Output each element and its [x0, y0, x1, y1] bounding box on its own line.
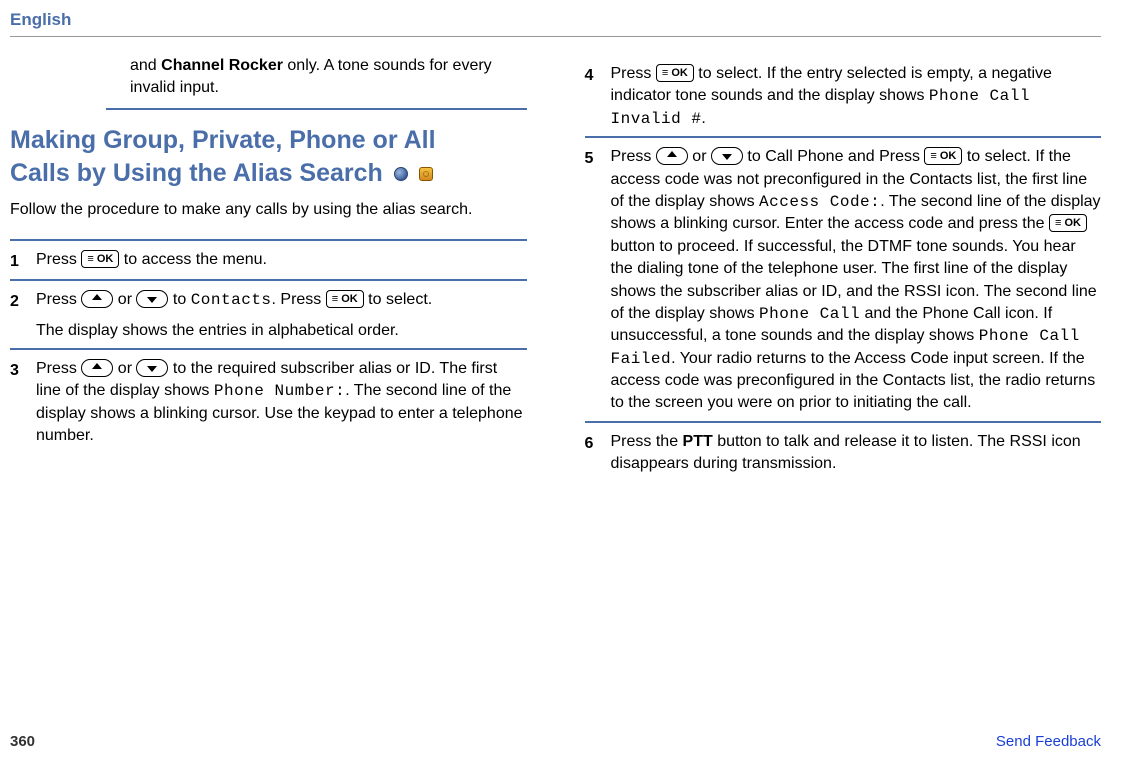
step-1: 1 Press to access the menu. — [10, 239, 527, 279]
ok-button-icon — [326, 290, 364, 308]
step-note: The display shows the entries in alphabe… — [36, 320, 527, 342]
text: Press the — [611, 433, 683, 450]
step-4: 4 Press to select. If the entry selected… — [585, 55, 1102, 136]
down-button-icon — [136, 359, 168, 377]
step-5: 5 Press or to Call Phone and Press to se… — [585, 136, 1102, 421]
step-text: Press or to Contacts. Press to select. — [36, 289, 527, 311]
text: Press — [611, 65, 656, 82]
section-intro: Follow the procedure to make any calls b… — [10, 199, 527, 221]
down-button-icon — [711, 147, 743, 165]
text: or — [113, 291, 136, 308]
text: Press — [611, 148, 656, 165]
text: Press — [36, 251, 81, 268]
text: Press — [36, 291, 81, 308]
step-6: 6 Press the PTT button to talk and relea… — [585, 421, 1102, 482]
page-footer: 360 Send Feedback — [10, 733, 1101, 750]
ok-button-icon — [1049, 214, 1087, 232]
step-divider — [106, 108, 527, 110]
display-text-phone-call: Phone Call — [759, 305, 860, 323]
globe-icon — [394, 167, 408, 181]
text: to — [168, 291, 190, 308]
section-heading: Making Group, Private, Phone or All Call… — [10, 124, 527, 189]
step-number: 1 — [10, 249, 36, 273]
text: or — [688, 148, 711, 165]
step-number: 2 — [10, 289, 36, 342]
send-feedback-link[interactable]: Send Feedback — [996, 733, 1101, 750]
text: to Call Phone and Press — [743, 148, 924, 165]
display-text-access-code: Access Code: — [759, 193, 880, 211]
display-text-contacts: Contacts — [191, 291, 272, 309]
text: . — [701, 110, 705, 127]
channel-rocker-label: Channel Rocker — [161, 57, 283, 74]
text: or — [113, 360, 136, 377]
ptt-label: PTT — [683, 433, 713, 450]
step-text: Press or to the required subscriber alia… — [36, 358, 527, 448]
page-number: 360 — [10, 733, 35, 750]
step-2: 2 Press or to Contacts. Press to select.… — [10, 279, 527, 348]
display-text-phone-number: Phone Number: — [214, 382, 345, 400]
down-button-icon — [136, 290, 168, 308]
text: and — [130, 57, 161, 74]
up-button-icon — [81, 290, 113, 308]
step-number: 3 — [10, 358, 36, 448]
page-header-language: English — [10, 10, 1101, 37]
heading-line-1: Making Group, Private, Phone or All — [10, 126, 436, 154]
ok-button-icon — [924, 147, 962, 165]
step-number: 5 — [585, 146, 611, 415]
text: to select. — [364, 291, 432, 308]
step-number: 4 — [585, 63, 611, 130]
step-number: 6 — [585, 431, 611, 476]
ok-button-icon — [656, 64, 694, 82]
heading-line-2: Calls by Using the Alias Search — [10, 159, 383, 187]
up-button-icon — [81, 359, 113, 377]
text: to access the menu. — [119, 251, 267, 268]
step-text: Press the PTT button to talk and release… — [611, 431, 1102, 476]
step-text: Press to access the menu. — [36, 249, 527, 271]
ok-button-icon — [81, 250, 119, 268]
text: Press — [36, 360, 81, 377]
text: . Press — [272, 291, 326, 308]
step-text: Press or to Call Phone and Press to sele… — [611, 146, 1102, 415]
text: . Your radio returns to the Access Code … — [611, 350, 1096, 412]
badge-icon — [419, 167, 433, 181]
up-button-icon — [656, 147, 688, 165]
previous-step-continuation: and Channel Rocker only. A tone sounds f… — [130, 55, 527, 98]
step-3: 3 Press or to the required subscriber al… — [10, 348, 527, 454]
step-text: Press to select. If the entry selected i… — [611, 63, 1102, 130]
